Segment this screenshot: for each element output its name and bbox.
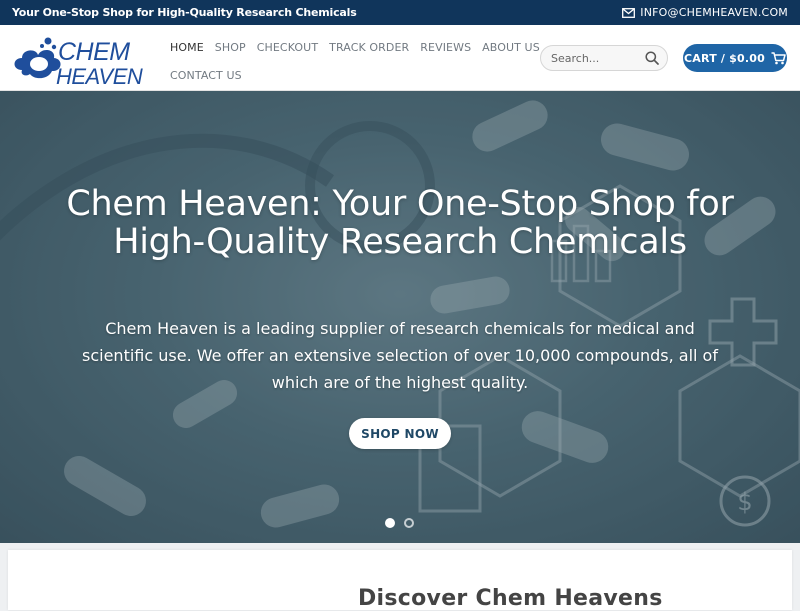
- cart-label: CART / $0.00: [684, 51, 765, 65]
- cart-icon: [771, 51, 786, 64]
- email-link[interactable]: INFO@CHEMHEAVEN.COM: [622, 6, 788, 19]
- slider-dot-1[interactable]: [385, 518, 395, 528]
- hero-description: Chem Heaven is a leading supplier of res…: [82, 319, 718, 392]
- mail-icon: [622, 7, 636, 18]
- nav-row-1: HOME SHOP CHECKOUT TRACK ORDER REVIEWS A…: [170, 33, 540, 61]
- nav-item-shop[interactable]: SHOP: [215, 41, 246, 54]
- nav-item-checkout[interactable]: CHECKOUT: [257, 41, 318, 54]
- nav-item-about-us[interactable]: ABOUT US: [482, 41, 540, 54]
- search-icon[interactable]: [645, 51, 659, 65]
- site-logo[interactable]: CHEM HEAVEN: [12, 34, 147, 86]
- search-input[interactable]: [551, 51, 643, 65]
- nav-row-2: CONTACT US: [170, 61, 530, 89]
- hero-title: Chem Heaven: Your One-Stop Shop for High…: [66, 184, 734, 262]
- chem-heaven-logo-image: CHEM HEAVEN: [14, 37, 143, 86]
- top-bar: Your One-Stop Shop for High-Quality Rese…: [0, 0, 800, 25]
- slider-dot-2[interactable]: [404, 518, 414, 528]
- nav-item-reviews[interactable]: REVIEWS: [420, 41, 471, 54]
- nav-item-track-order[interactable]: TRACK ORDER: [329, 41, 409, 54]
- slider-dots: [385, 518, 414, 528]
- discover-section-title: Discover Chem Heavens: [358, 586, 663, 611]
- email-address: INFO@CHEMHEAVEN.COM: [640, 6, 788, 19]
- nav-item-contact-us[interactable]: CONTACT US: [170, 69, 242, 82]
- search-box: [540, 45, 668, 71]
- main-nav: HOME SHOP CHECKOUT TRACK ORDER REVIEWS A…: [170, 33, 540, 89]
- logo-line-1: CHEM: [58, 38, 130, 66]
- cart-button[interactable]: CART / $0.00: [683, 44, 787, 72]
- top-bar-tagline: Your One-Stop Shop for High-Quality Rese…: [12, 6, 357, 19]
- discover-section: Discover Chem Heavens: [8, 550, 792, 611]
- nav-item-home[interactable]: HOME: [170, 41, 204, 54]
- logo-line-2: HEAVEN: [56, 64, 143, 86]
- hero-slider: $ Chem Heaven: Your One-Stop Shop for Hi…: [0, 91, 800, 543]
- shop-now-button[interactable]: SHOP NOW: [349, 418, 451, 449]
- site-header: CHEM HEAVEN HOME SHOP CHECKOUT TRACK ORD…: [0, 25, 800, 91]
